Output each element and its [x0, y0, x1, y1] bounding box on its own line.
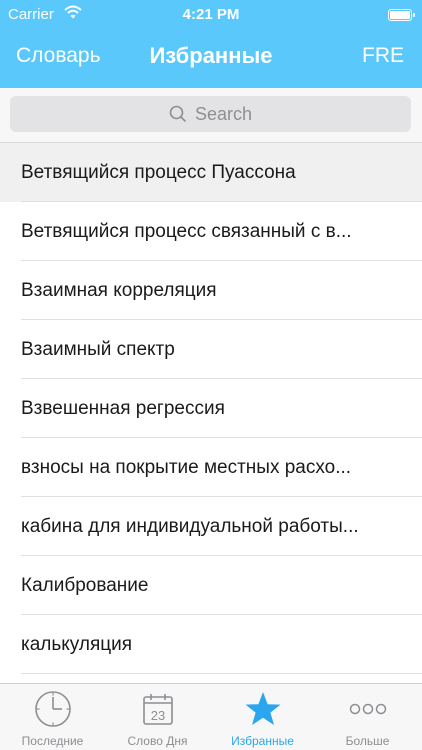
clock-icon [0, 690, 105, 728]
search-placeholder: Search [194, 103, 253, 124]
tab-label: Больше [345, 734, 390, 748]
list-item[interactable]: Взаимный спектр [0, 320, 422, 379]
list-item[interactable]: взносы на покрытие местных расхо... [0, 438, 422, 497]
list-item-label: взносы на покрытие местных расхо... [21, 456, 352, 478]
list-item-label: Взаимный спектр [21, 338, 175, 360]
list-item[interactable]: Взвешенная регрессия [0, 379, 422, 438]
battery-icon [388, 9, 415, 21]
list-item[interactable]: Ветвящийся процесс связанный с в... [0, 202, 422, 261]
list-item-label: Калибрование [21, 574, 149, 596]
favorites-list: Ветвящийся процесс Пуассона Ветвящийся п… [0, 143, 422, 683]
calendar-icon: 23 [105, 690, 210, 728]
search-input[interactable]: Search [10, 96, 411, 132]
more-icon [315, 690, 420, 728]
list-item[interactable]: Ветвящийся процесс Пуассона [0, 143, 422, 202]
list-item-label: Ветвящийся процесс связанный с в... [21, 220, 352, 242]
list-item[interactable]: калькуляция [0, 615, 422, 674]
calendar-day: 23 [150, 708, 164, 723]
status-bar: Carrier 4:21 PM [0, 0, 422, 30]
tab-label: Избранные [231, 734, 294, 748]
list-item-label: кабина для индивидуальной работы... [21, 515, 359, 537]
navigation-bar: Словарь Избранные FRE [0, 30, 422, 88]
tab-word-of-day[interactable]: 23 Слово Дня [105, 684, 210, 750]
list-item-label: Ветвящийся процесс Пуассона [21, 161, 296, 183]
tab-recent[interactable]: Последние [0, 684, 105, 750]
tab-label: Слово Дня [127, 734, 188, 748]
tab-more[interactable]: Больше [315, 684, 420, 750]
list-item[interactable]: Калибрование [0, 556, 422, 615]
status-time: 4:21 PM [182, 6, 240, 23]
search-bar: Search [0, 88, 422, 143]
language-button[interactable]: FRE [362, 44, 404, 68]
list-item[interactable]: кабина для индивидуальной работы... [0, 497, 422, 556]
page-title: Избранные [149, 43, 273, 68]
top-bar: Carrier 4:21 PM Словарь Избранные FRE [0, 0, 422, 88]
tab-bar: Последние 23 Слово Дня Избранные Больше [0, 683, 422, 750]
list-item-label: Взаимная корреляция [21, 279, 217, 301]
list-item-label: калькуляция [21, 633, 133, 655]
star-icon [210, 690, 315, 728]
tab-favorites[interactable]: Избранные [210, 684, 315, 750]
list-item-label: Взвешенная регрессия [21, 397, 225, 419]
list-item[interactable]: Взаимная корреляция [0, 261, 422, 320]
search-icon [169, 105, 187, 123]
tab-label: Последние [21, 734, 84, 748]
